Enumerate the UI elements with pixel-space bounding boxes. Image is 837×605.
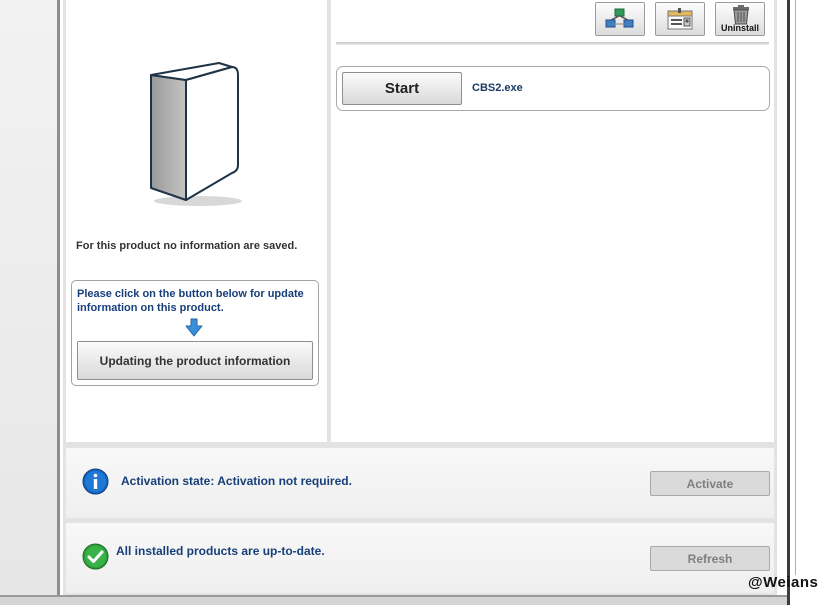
update-instruction-text: Please click on the button below for upd… bbox=[77, 288, 304, 314]
outer-window-left-pane bbox=[0, 0, 60, 597]
program-exe-name: CBS2.exe bbox=[472, 82, 523, 94]
checkmark-icon bbox=[82, 543, 109, 570]
activation-status-text: Activation state: Activation not require… bbox=[121, 474, 352, 488]
trash-icon bbox=[733, 5, 749, 25]
info-icon bbox=[82, 468, 109, 495]
network-icon bbox=[605, 8, 634, 28]
info-card-icon bbox=[667, 8, 693, 30]
outer-window-right-pane bbox=[790, 0, 837, 605]
outer-window-bottom-edge bbox=[0, 595, 790, 605]
start-button[interactable]: Start bbox=[342, 72, 462, 105]
arrow-down-icon bbox=[185, 318, 203, 337]
no-info-text: For this product no information are save… bbox=[76, 240, 298, 252]
uninstall-button[interactable]: Uninstall bbox=[715, 2, 765, 36]
update-product-info-button[interactable]: Updating the product information bbox=[77, 341, 313, 380]
product-box-icon bbox=[150, 62, 242, 206]
update-status-text: All installed products are up-to-date. bbox=[116, 544, 325, 558]
toolbar-separator bbox=[336, 42, 769, 45]
uninstall-label: Uninstall bbox=[720, 23, 759, 33]
refresh-button[interactable]: Refresh bbox=[650, 546, 770, 571]
watermark-text: @Weians bbox=[748, 574, 819, 591]
outer-window-right-line bbox=[795, 0, 796, 575]
network-button[interactable] bbox=[595, 2, 645, 36]
product-info-button[interactable] bbox=[655, 2, 705, 36]
activate-button[interactable]: Activate bbox=[650, 471, 770, 496]
